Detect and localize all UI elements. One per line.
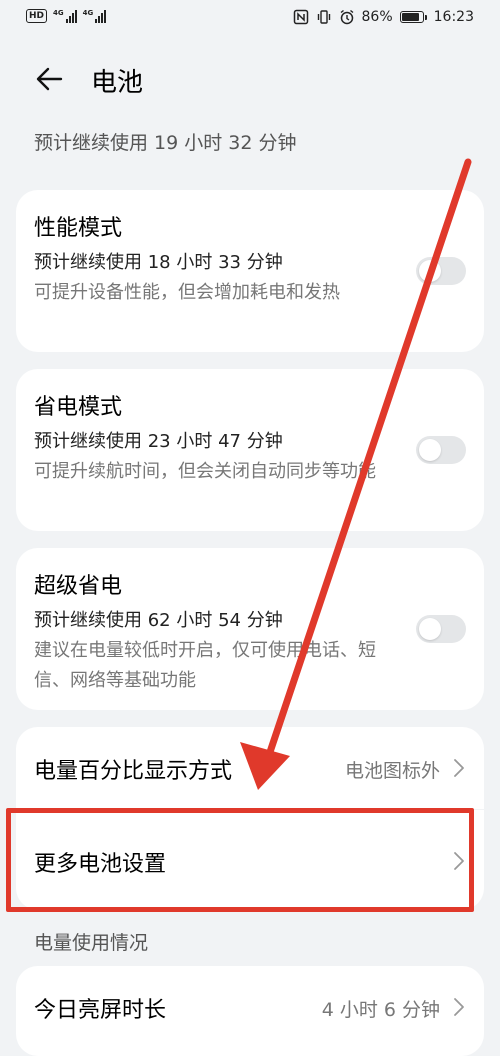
mode-estimate: 预计继续使用 62 小时 54 分钟 [34, 610, 283, 631]
status-left: HD 4G 4G [26, 9, 107, 23]
header: 电池 [0, 52, 500, 106]
status-bar: HD 4G 4G 86% 16:23 [0, 0, 500, 38]
percentage-display-value: 电池图标外 [344, 760, 440, 782]
percentage-display-label: 电量百分比显示方式 [34, 759, 233, 784]
chevron-right-icon [454, 759, 464, 777]
screen-time-label: 今日亮屏时长 [34, 998, 167, 1023]
signal-1-icon: 4G [53, 9, 77, 23]
screen-time-row[interactable]: 今日亮屏时长 4 小时 6 分钟 [16, 966, 484, 1056]
status-right: 86% 16:23 [293, 9, 474, 25]
mode-description: 可提升设备性能，但会增加耗电和发热 [34, 282, 340, 303]
mode-description: 可提升续航时间，但会关闭自动同步等功能 [34, 461, 376, 482]
mode-estimate: 预计继续使用 23 小时 47 分钟 [34, 431, 283, 452]
mode-title: 省电模式 [34, 395, 123, 420]
mode-title: 超级省电 [34, 574, 123, 599]
battery-summary: 预计继续使用 19 小时 32 分钟 [34, 132, 297, 154]
battery-percent: 86% [361, 9, 393, 25]
percentage-display-row[interactable]: 电量百分比显示方式 电池图标外 [16, 727, 484, 809]
battery-icon [399, 11, 427, 23]
mode-estimate: 预计继续使用 18 小时 33 分钟 [34, 252, 283, 273]
back-arrow-icon[interactable] [34, 64, 64, 94]
mode-description: 建议在电量较低时开启，仅可使用电话、短信、网络等基础功能 [34, 640, 376, 691]
mode-title: 性能模式 [34, 216, 123, 241]
power-saving-mode-toggle[interactable] [416, 436, 466, 464]
highlight-box [6, 808, 474, 912]
hd-badge: HD [26, 9, 48, 23]
performance-mode-card[interactable]: 性能模式 预计继续使用 18 小时 33 分钟 可提升设备性能，但会增加耗电和发… [16, 190, 484, 352]
clock: 16:23 [433, 9, 474, 25]
page-title: 电池 [91, 68, 144, 98]
alarm-icon [340, 9, 353, 25]
nfc-icon [293, 9, 308, 25]
vibrate-icon [317, 10, 330, 24]
ultra-power-saving-toggle[interactable] [416, 615, 466, 643]
screen-time-value: 4 小时 6 分钟 [321, 999, 440, 1021]
signal-2-icon: 4G [83, 9, 107, 23]
ultra-power-saving-card[interactable]: 超级省电 预计继续使用 62 小时 54 分钟 建议在电量较低时开启，仅可使用电… [16, 548, 484, 710]
power-saving-mode-card[interactable]: 省电模式 预计继续使用 23 小时 47 分钟 可提升续航时间，但会关闭自动同步… [16, 369, 484, 531]
performance-mode-toggle[interactable] [416, 257, 466, 285]
usage-section-header: 电量使用情况 [34, 932, 149, 954]
chevron-right-icon [454, 998, 464, 1016]
